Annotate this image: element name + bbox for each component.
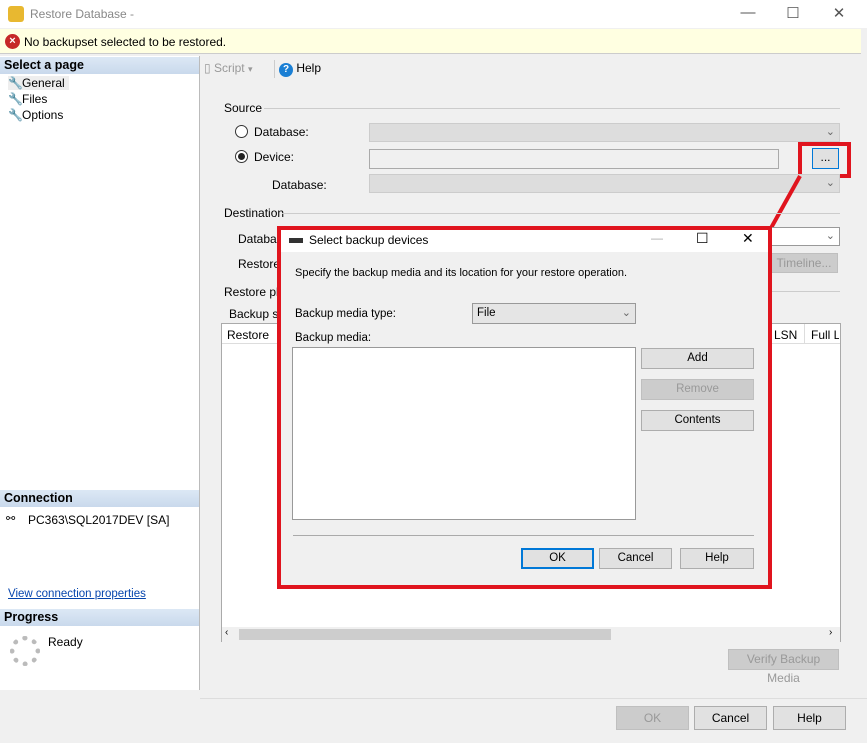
dialog-maximize-button[interactable]: ☐: [696, 230, 709, 247]
verify-backup-media-button[interactable]: Verify Backup Media: [728, 649, 839, 685]
dialog-minimize-button[interactable]: —: [651, 231, 663, 245]
footer-divider: [200, 698, 867, 699]
dialog-cancel-button[interactable]: Cancel: [599, 548, 672, 569]
scroll-right-icon[interactable]: ›: [829, 627, 832, 638]
dialog-close-button[interactable]: ✕: [742, 230, 754, 247]
scrollbar-thumb[interactable]: [239, 629, 611, 640]
add-button[interactable]: Add: [641, 348, 754, 369]
dialog-title: Select backup devices: [309, 233, 429, 247]
help-footer-button[interactable]: Help: [773, 706, 846, 730]
dialog-title-bar: Select backup devices — ☐ ✕: [281, 230, 768, 252]
contents-button[interactable]: Contents: [641, 410, 754, 431]
backup-media-label: Backup media:: [295, 332, 372, 344]
media-type-select[interactable]: File ⌄: [472, 303, 636, 324]
column-header[interactable]: Full LSN: [811, 328, 839, 342]
horizontal-scrollbar[interactable]: ‹ ›: [222, 627, 840, 642]
scroll-left-icon[interactable]: ‹: [225, 627, 228, 638]
dialog-description: Specify the backup media and its locatio…: [295, 267, 628, 279]
media-type-label: Backup media type:: [295, 308, 397, 320]
select-backup-devices-dialog: Select backup devices — ☐ ✕ Specify the …: [281, 230, 768, 585]
dialog-help-button[interactable]: Help: [680, 548, 754, 569]
dialog-divider: [293, 535, 754, 536]
cancel-button[interactable]: Cancel: [694, 706, 767, 730]
chevron-down-icon: ⌄: [825, 230, 835, 242]
ok-button[interactable]: OK: [616, 706, 689, 730]
destination-label: Destination: [224, 206, 285, 220]
destination-divider: [282, 213, 840, 214]
column-header[interactable]: Restore: [227, 328, 269, 342]
remove-button[interactable]: Remove: [641, 379, 754, 400]
column-header[interactable]: LSN: [774, 328, 797, 342]
timeline-button[interactable]: Timeline...: [770, 253, 838, 273]
media-type-value: File: [477, 307, 496, 319]
chevron-down-icon: ⌄: [621, 307, 631, 319]
dialog-ok-button[interactable]: OK: [521, 548, 594, 569]
backup-media-list[interactable]: [292, 347, 636, 520]
tape-drive-icon: [289, 238, 303, 243]
